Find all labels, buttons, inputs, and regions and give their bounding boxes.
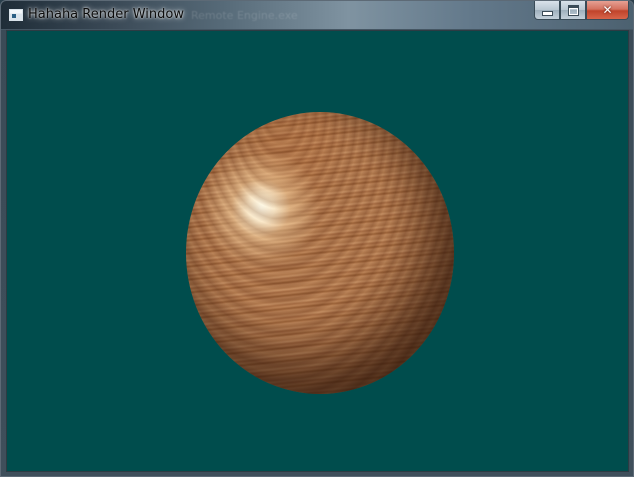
close-button[interactable]: ✕	[586, 1, 629, 20]
wood-sphere	[186, 112, 454, 394]
app-window-icon[interactable]	[9, 9, 23, 21]
minimize-icon	[541, 10, 553, 16]
maximize-button[interactable]	[560, 1, 586, 20]
maximize-icon	[567, 4, 579, 16]
render-window: Hahaha Render Window Remote Engine.exe ✕	[0, 0, 634, 477]
minimize-button[interactable]	[534, 1, 560, 20]
title-bar[interactable]: Hahaha Render Window Remote Engine.exe ✕	[1, 1, 633, 29]
window-title: Hahaha Render Window	[28, 7, 184, 22]
background-window-title: Remote Engine.exe	[191, 9, 298, 22]
window-controls: ✕	[534, 1, 629, 21]
close-icon: ✕	[602, 3, 613, 17]
wood-grain-overlay	[186, 112, 454, 394]
render-viewport[interactable]	[6, 30, 629, 472]
